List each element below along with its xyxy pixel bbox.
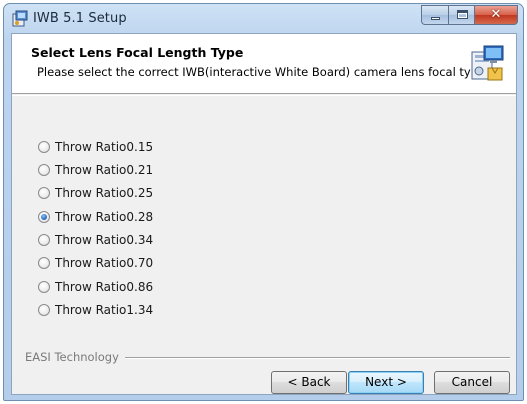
title-bar[interactable]: IWB 5.1 Setup ✕ — [4, 4, 523, 34]
radio-label: Throw Ratio0.21 — [55, 163, 154, 177]
radio-circle-icon[interactable] — [38, 164, 50, 176]
radio-selected-icon[interactable] — [38, 211, 50, 223]
close-icon: ✕ — [490, 7, 502, 22]
radio-label: Throw Ratio0.28 — [55, 210, 154, 224]
minimize-button[interactable] — [421, 5, 448, 25]
minimize-icon — [431, 17, 440, 20]
radio-circle-icon[interactable] — [38, 304, 50, 316]
installer-app-icon — [12, 10, 28, 27]
radio-throw-ratio-0-15[interactable]: Throw Ratio0.15 — [38, 138, 153, 156]
radio-throw-ratio-0-21[interactable]: Throw Ratio0.21 — [38, 161, 153, 179]
radio-throw-ratio-0-70[interactable]: Throw Ratio0.70 — [38, 254, 153, 272]
caption-buttons: ✕ — [421, 5, 518, 25]
brand-label: EASI Technology — [25, 350, 125, 364]
page-subtitle: Please select the correct IWB(interactiv… — [37, 65, 489, 79]
radio-throw-ratio-0-25[interactable]: Throw Ratio0.25 — [38, 184, 153, 202]
dialog-body: Select Lens Focal Length Type Please sel… — [11, 33, 517, 395]
next-button[interactable]: Next > — [348, 371, 424, 394]
close-button[interactable]: ✕ — [474, 5, 518, 25]
radio-circle-icon[interactable] — [38, 234, 50, 246]
installer-computer-icon — [471, 45, 504, 81]
cancel-button[interactable]: Cancel — [434, 371, 510, 394]
radio-label: Throw Ratio0.70 — [55, 256, 154, 270]
wizard-header: Select Lens Focal Length Type Please sel… — [12, 34, 516, 94]
maximize-button[interactable] — [448, 5, 474, 25]
window-title: IWB 5.1 Setup — [33, 11, 127, 26]
radio-circle-icon[interactable] — [38, 141, 50, 153]
radio-throw-ratio-0-28[interactable]: Throw Ratio0.28 — [38, 208, 153, 226]
header-divider — [12, 95, 516, 96]
radio-label: Throw Ratio0.15 — [55, 140, 154, 154]
radio-label: Throw Ratio0.86 — [55, 280, 154, 294]
radio-label: Throw Ratio1.34 — [55, 303, 154, 317]
radio-throw-ratio-0-34[interactable]: Throw Ratio0.34 — [38, 231, 153, 249]
radio-throw-ratio-0-86[interactable]: Throw Ratio0.86 — [38, 278, 153, 296]
radio-circle-icon[interactable] — [38, 187, 50, 199]
back-button[interactable]: < Back — [271, 371, 347, 394]
radio-circle-icon[interactable] — [38, 257, 50, 269]
radio-circle-icon[interactable] — [38, 281, 50, 293]
maximize-icon — [457, 10, 468, 19]
page-title: Select Lens Focal Length Type — [31, 45, 244, 60]
radio-throw-ratio-1-34[interactable]: Throw Ratio1.34 — [38, 301, 153, 319]
radio-label: Throw Ratio0.34 — [55, 233, 154, 247]
setup-window: IWB 5.1 Setup ✕ Select Lens Focal Length… — [3, 3, 524, 401]
radio-label: Throw Ratio0.25 — [55, 186, 154, 200]
